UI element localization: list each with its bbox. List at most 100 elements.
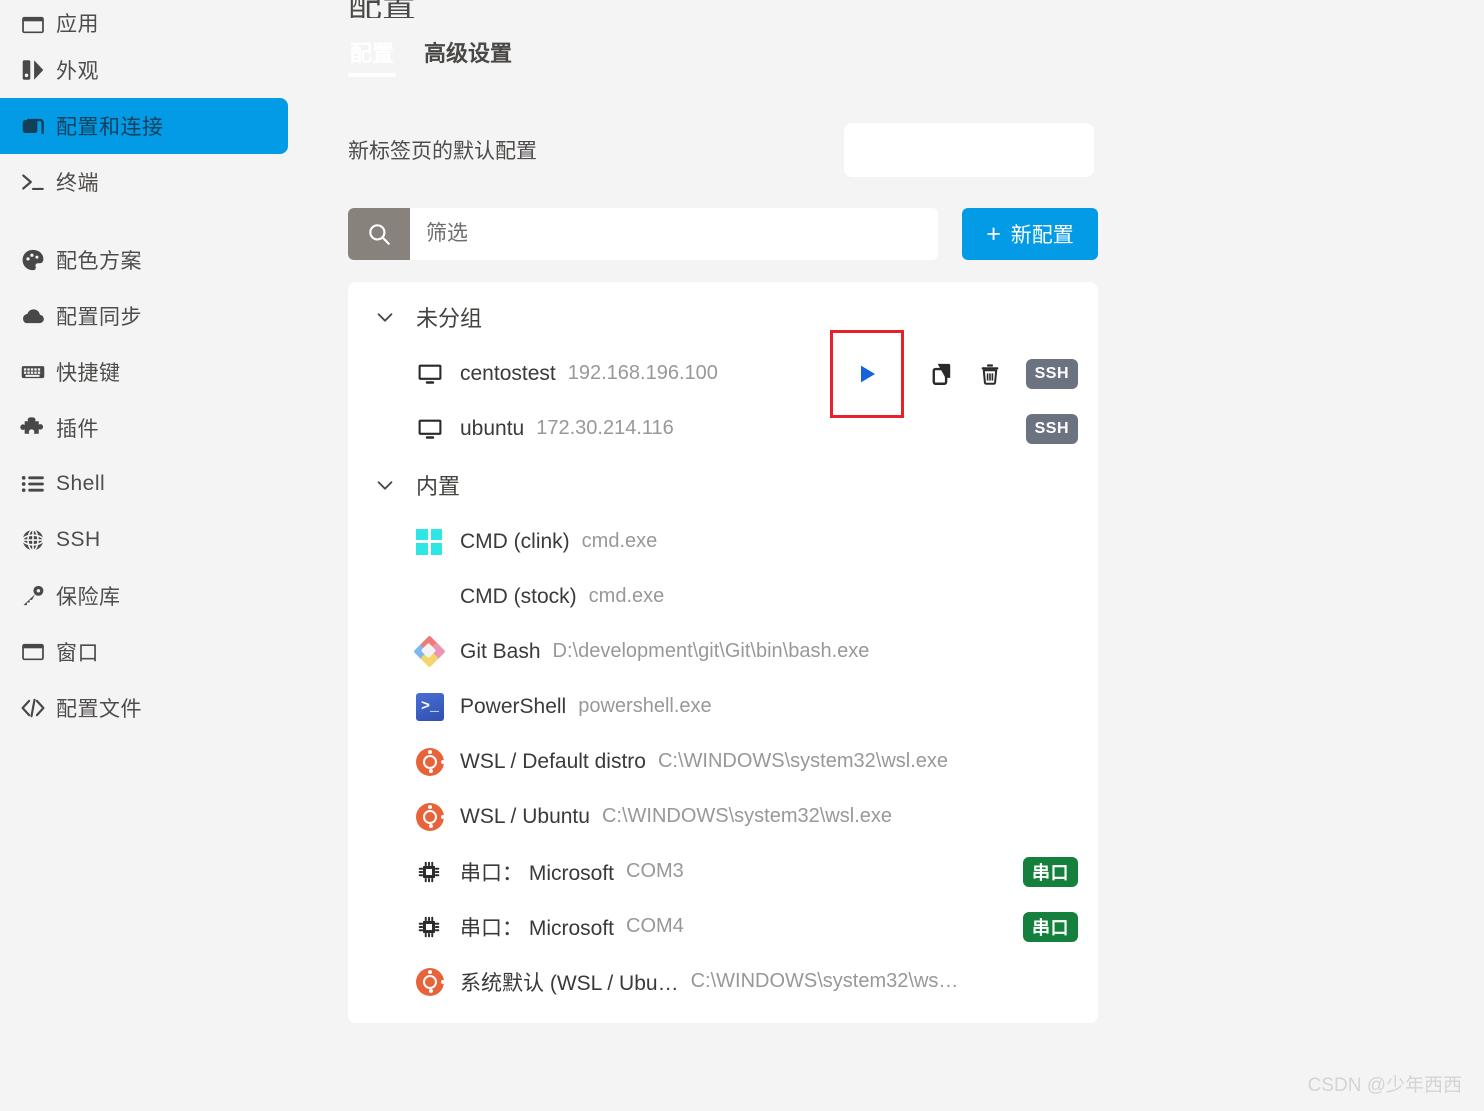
profile-row[interactable]: CMD (stock) cmd.exe xyxy=(348,569,1098,624)
profile-row[interactable]: Git Bash D:\development\git\Git\bin\bash.… xyxy=(348,624,1098,679)
terminal-icon xyxy=(10,169,56,195)
sidebar-item-label: SSH xyxy=(56,528,101,551)
sidebar-nav-list: 应用外观配置和连接 终端配色方案 配置同步快捷键插件 Shell SSH 保险库窗口配置文… xyxy=(0,0,330,736)
profile-name: WSL / Ubuntu xyxy=(460,804,590,828)
launch-button[interactable] xyxy=(843,350,891,398)
profile-target: COM3 xyxy=(626,860,684,882)
plus-icon: + xyxy=(986,219,1001,248)
delete-button[interactable] xyxy=(966,350,1014,398)
profile-row[interactable]: WSL / Default distro C:\WINDOWS\system32\… xyxy=(348,734,1098,789)
sidebar-item-label: Shell xyxy=(56,472,106,495)
profile-group-header[interactable]: 内置 xyxy=(348,456,1098,514)
chevron-down-icon[interactable] xyxy=(374,474,416,496)
profile-name: 串口： Microsoft xyxy=(460,861,615,885)
profile-target: C:\WINDOWS\system32\ws… xyxy=(690,970,959,992)
profile-group-name: 未分组 xyxy=(416,306,483,331)
sidebar-item-11[interactable]: 保险库 xyxy=(0,568,288,624)
tab-1[interactable]: 配置 xyxy=(348,36,397,80)
chevron-down-icon[interactable] xyxy=(374,306,416,328)
sidebar-item-12[interactable]: 窗口 xyxy=(0,624,288,680)
sidebar-item-1[interactable]: 应用 xyxy=(0,0,288,42)
contrast-icon xyxy=(10,57,56,83)
window-icon xyxy=(10,639,56,665)
profile-target: C:\WINDOWS\system32\wsl.exe xyxy=(657,750,949,772)
watermark: CSDN @少年西西 xyxy=(1307,1075,1462,1096)
sidebar-item-label: 窗口 xyxy=(56,642,99,665)
sidebar-item-5[interactable]: 配色方案 xyxy=(0,232,288,288)
powershell-icon: >_ xyxy=(416,692,460,721)
windows-icon xyxy=(416,528,460,555)
sidebar-item-2[interactable]: 外观 xyxy=(0,42,288,98)
tab-bar: 配置 高级设置 xyxy=(348,36,1484,80)
sidebar-item-10[interactable]: SSH xyxy=(0,512,288,568)
code-icon xyxy=(10,695,56,721)
duplicate-button[interactable] xyxy=(918,350,966,398)
profile-row-actions: SSH xyxy=(1014,413,1078,444)
profile-name: PowerShell xyxy=(460,694,567,718)
settings-window: 应用外观配置和连接 终端配色方案 配置同步快捷键插件 Shell SSH 保险库窗口配置文… xyxy=(0,0,1484,1111)
tab-2[interactable]: 高级设置 xyxy=(422,36,514,80)
search-icon[interactable] xyxy=(348,208,410,260)
profile-name: CMD (stock) xyxy=(460,584,577,608)
profile-type-badge: 串口 xyxy=(1023,856,1078,887)
profile-target: D:\development\git\Git\bin\bash.exe xyxy=(552,640,870,662)
sidebar-item-7[interactable]: 快捷键 xyxy=(0,344,288,400)
default-profile-select[interactable] xyxy=(844,123,1094,177)
profile-target: C:\WINDOWS\system32\wsl.exe xyxy=(601,805,892,827)
sidebar-item-13[interactable]: 配置文件 xyxy=(0,680,288,736)
profile-row-actions: 串口 xyxy=(1011,856,1078,887)
profile-name: centostest xyxy=(460,361,556,385)
sidebar-item-label: 快捷键 xyxy=(56,362,121,385)
filter-search-box xyxy=(348,208,938,260)
profile-row[interactable]: CMD (clink) cmd.exe xyxy=(348,514,1098,569)
monitor-icon xyxy=(416,360,460,388)
chip-icon xyxy=(416,914,460,940)
globe-icon xyxy=(10,527,56,553)
page-title: 配置 xyxy=(348,0,1484,18)
sidebar-item-8[interactable]: 插件 xyxy=(0,400,288,456)
sidebar-item-6[interactable]: 配置同步 xyxy=(0,288,288,344)
profile-row[interactable]: WSL / Ubuntu C:\WINDOWS\system32\wsl.exe xyxy=(348,789,1098,844)
profile-type-badge: SSH xyxy=(1025,413,1078,444)
git-icon xyxy=(413,634,460,668)
profile-target: cmd.exe xyxy=(588,585,665,607)
list-icon xyxy=(10,471,56,497)
sidebar-item-label: 配置文件 xyxy=(56,698,142,721)
profile-name: ubuntu xyxy=(460,416,525,440)
profile-row[interactable]: >_ PowerShell powershell.exe xyxy=(348,679,1098,734)
sidebar-item-9[interactable]: Shell xyxy=(0,456,288,512)
sidebar-item-3[interactable]: 配置和连接 xyxy=(0,98,288,154)
new-profile-button[interactable]: + 新配置 xyxy=(962,208,1098,260)
profile-row[interactable]: 串口： Microsoft COM4 串口 xyxy=(348,899,1098,954)
new-profile-label: 新配置 xyxy=(1010,224,1074,247)
window-icon xyxy=(10,12,56,38)
sidebar-item-label: 保险库 xyxy=(56,586,121,609)
profile-row-actions: 串口 xyxy=(1011,911,1078,942)
profile-group-name: 内置 xyxy=(416,474,461,499)
profile-type-badge: 串口 xyxy=(1023,911,1078,942)
profile-target: powershell.exe xyxy=(578,695,712,717)
profile-type-badge: SSH xyxy=(1025,358,1078,389)
keyboard-icon xyxy=(10,359,56,385)
profile-list: 未分组 centostest 192.168.196.100 SSH ubuntu 172… xyxy=(348,282,1098,1023)
profile-row[interactable]: 串口： Microsoft COM3 串口 xyxy=(348,844,1098,899)
profile-name: CMD (clink) xyxy=(460,529,570,553)
key-icon xyxy=(10,583,56,609)
default-profile-row: 新标签页的默认配置 xyxy=(348,122,1484,178)
settings-sidebar: 应用外观配置和连接 终端配色方案 配置同步快捷键插件 Shell SSH 保险库窗口配置文… xyxy=(0,0,330,1111)
ubuntu-icon xyxy=(416,747,460,776)
profile-target: 172.30.214.116 xyxy=(536,417,674,439)
filter-input[interactable] xyxy=(410,208,938,260)
profile-name: 串口： Microsoft xyxy=(460,916,615,940)
profile-row[interactable]: centostest 192.168.196.100 SSH xyxy=(348,329,1098,418)
profile-name: 系统默认 (WSL / Ubu… xyxy=(460,971,679,995)
profile-row[interactable]: ubuntu 172.30.214.116 SSH xyxy=(348,401,1098,456)
sidebar-item-label: 外观 xyxy=(56,60,99,83)
chip-icon xyxy=(416,859,460,885)
profile-row[interactable]: 系统默认 (WSL / Ubu… C:\WINDOWS\system32\ws… xyxy=(348,954,1098,1009)
sidebar-item-4[interactable]: 终端 xyxy=(0,154,288,210)
ubuntu-icon xyxy=(416,967,460,996)
profile-name: Git Bash xyxy=(460,639,541,663)
cloud-icon xyxy=(10,303,56,329)
ubuntu-icon xyxy=(416,802,460,831)
